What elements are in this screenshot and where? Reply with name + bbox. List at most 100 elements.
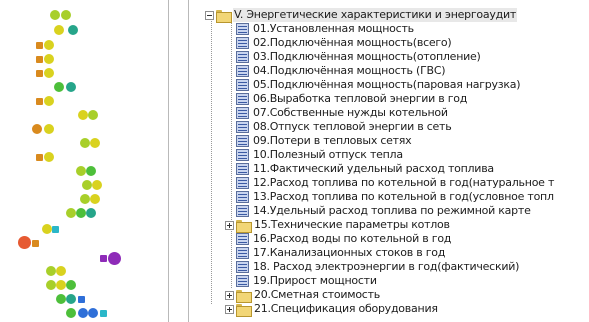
tree-guide-line — [211, 21, 212, 304]
tree-node-label: 12.Расход топлива по котельной в год(нат… — [253, 176, 555, 189]
report-icon — [236, 65, 249, 77]
status-marker-icon — [66, 280, 76, 290]
status-marker-icon — [66, 308, 76, 318]
status-marker-icon — [66, 82, 76, 92]
status-marker-icon — [36, 42, 43, 49]
folder-open-icon — [216, 9, 232, 23]
status-marker-icon — [78, 308, 88, 318]
status-marker-icon — [52, 226, 59, 233]
tree-guide-line — [231, 21, 232, 289]
status-marker-icon — [78, 110, 88, 120]
status-marker-icon — [76, 208, 86, 218]
status-marker-icon — [44, 124, 54, 134]
report-icon — [236, 107, 249, 119]
report-icon — [236, 275, 249, 287]
report-icon — [236, 191, 249, 203]
tree-node-10[interactable]: 10.Полезный отпуск тепла — [236, 148, 404, 162]
status-marker-icon — [86, 166, 96, 176]
tree-node-07[interactable]: 07.Собственные нужды котельной — [236, 106, 449, 120]
tree-node-label: 09.Потери в тепловых сетях — [253, 134, 412, 147]
expand-toggle-icon[interactable] — [225, 290, 234, 300]
expand-toggle-icon[interactable] — [225, 220, 234, 230]
status-marker-icon — [56, 294, 66, 304]
status-marker-icon — [46, 280, 56, 290]
status-marker-icon — [90, 138, 100, 148]
status-marker-icon — [56, 266, 66, 276]
status-marker-icon — [18, 236, 31, 249]
tree-node-05[interactable]: 05.Подключённая мощность(паровая нагрузк… — [236, 78, 521, 92]
tree-node-label: 11.Фактический удельный расход топлива — [253, 162, 494, 175]
tree-node-label: 20.Сметная стоимость — [254, 288, 380, 301]
tree-node-label: 18. Расход электроэнергии в год(фактичес… — [253, 260, 520, 273]
tree-node-11[interactable]: 11.Фактический удельный расход топлива — [236, 162, 495, 176]
report-icon — [236, 163, 249, 175]
expand-toggle-icon[interactable] — [225, 304, 234, 314]
status-marker-icon — [68, 25, 78, 35]
tree-node-label: 21.Спецификация оборудования — [254, 302, 438, 315]
tree-node-21[interactable]: 21.Спецификация оборудования — [225, 302, 439, 317]
tree-node-20[interactable]: 20.Сметная стоимость — [225, 288, 381, 303]
status-marker-icon — [44, 54, 54, 64]
tree-node-label: 16.Расход воды по котельной в год — [253, 232, 452, 245]
tree-node-label: 02.Подключённая мощность(всего) — [253, 36, 452, 49]
status-marker-icon — [76, 166, 86, 176]
tree-node-01[interactable]: 01.Установленная мощность — [236, 22, 415, 36]
status-markers-pane — [0, 0, 190, 322]
status-marker-icon — [54, 25, 64, 35]
tree-node-14[interactable]: 14.Удельный расход топлива по режимной к… — [236, 204, 532, 218]
status-marker-icon — [36, 70, 43, 77]
collapse-toggle-icon[interactable] — [205, 10, 214, 20]
report-icon — [236, 149, 249, 161]
tree-node-08[interactable]: 08.Отпуск тепловой энергии в сеть — [236, 120, 452, 134]
tree-node-label: 05.Подключённая мощность(паровая нагрузк… — [253, 78, 521, 91]
tree-node-label: 10.Полезный отпуск тепла — [253, 148, 403, 161]
tree-node-15[interactable]: 15.Технические параметры котлов — [225, 218, 451, 233]
status-marker-icon — [32, 124, 42, 134]
tree-node-12[interactable]: 12.Расход топлива по котельной в год(нат… — [236, 176, 555, 190]
report-icon — [236, 177, 249, 189]
report-tree: V. Энергетические характеристики и энерг… — [200, 8, 589, 322]
report-icon — [236, 93, 249, 105]
tree-node-label: 14.Удельный расход топлива по режимной к… — [253, 204, 531, 217]
tree-node-label: 04.Подключённая мощность (ГВС) — [253, 64, 446, 77]
status-marker-icon — [88, 110, 98, 120]
status-marker-icon — [46, 266, 56, 276]
tree-node-03[interactable]: 03.Подключённая мощность(отопление) — [236, 50, 482, 64]
grid-divider-1 — [168, 0, 169, 322]
tree-node-label: 19.Прирост мощности — [253, 274, 377, 287]
status-marker-icon — [44, 40, 54, 50]
tree-node-label: 15.Технические параметры котлов — [254, 218, 450, 231]
status-marker-icon — [44, 68, 54, 78]
tree-node-04[interactable]: 04.Подключённая мощность (ГВС) — [236, 64, 446, 78]
tree-node-label: 07.Собственные нужды котельной — [253, 106, 448, 119]
tree-node-02[interactable]: 02.Подключённая мощность(всего) — [236, 36, 452, 50]
report-icon — [236, 205, 249, 217]
folder-icon — [236, 219, 252, 233]
tree-node-label: 03.Подключённая мощность(отопление) — [253, 50, 481, 63]
tree-node-energy-characteristics[interactable]: V. Энергетические характеристики и энерг… — [205, 8, 518, 23]
tree-node-18[interactable]: 18. Расход электроэнергии в год(фактичес… — [236, 260, 520, 274]
tree-node-16[interactable]: 16.Расход воды по котельной в год — [236, 232, 452, 246]
tree-node-09[interactable]: 09.Потери в тепловых сетях — [236, 134, 412, 148]
tree-node-17[interactable]: 17.Канализационных стоков в год — [236, 246, 446, 260]
status-marker-icon — [44, 152, 54, 162]
report-icon — [236, 121, 249, 133]
status-marker-icon — [50, 10, 60, 20]
status-marker-icon — [80, 194, 90, 204]
report-icon — [236, 23, 249, 35]
status-marker-icon — [92, 180, 102, 190]
status-marker-icon — [36, 56, 43, 63]
status-marker-icon — [78, 296, 85, 303]
status-marker-icon — [56, 280, 66, 290]
status-marker-icon — [86, 208, 96, 218]
report-icon — [236, 79, 249, 91]
folder-icon — [236, 289, 252, 303]
status-marker-icon — [88, 308, 98, 318]
tree-node-19[interactable]: 19.Прирост мощности — [236, 274, 378, 288]
status-marker-icon — [66, 208, 76, 218]
status-marker-icon — [90, 194, 100, 204]
tree-node-06[interactable]: 06.Выработка тепловой энергии в год — [236, 92, 468, 106]
grid-divider-2 — [188, 0, 189, 322]
tree-node-13[interactable]: 13.Расход топлива по котельной в год(усл… — [236, 190, 555, 204]
report-icon — [236, 135, 249, 147]
